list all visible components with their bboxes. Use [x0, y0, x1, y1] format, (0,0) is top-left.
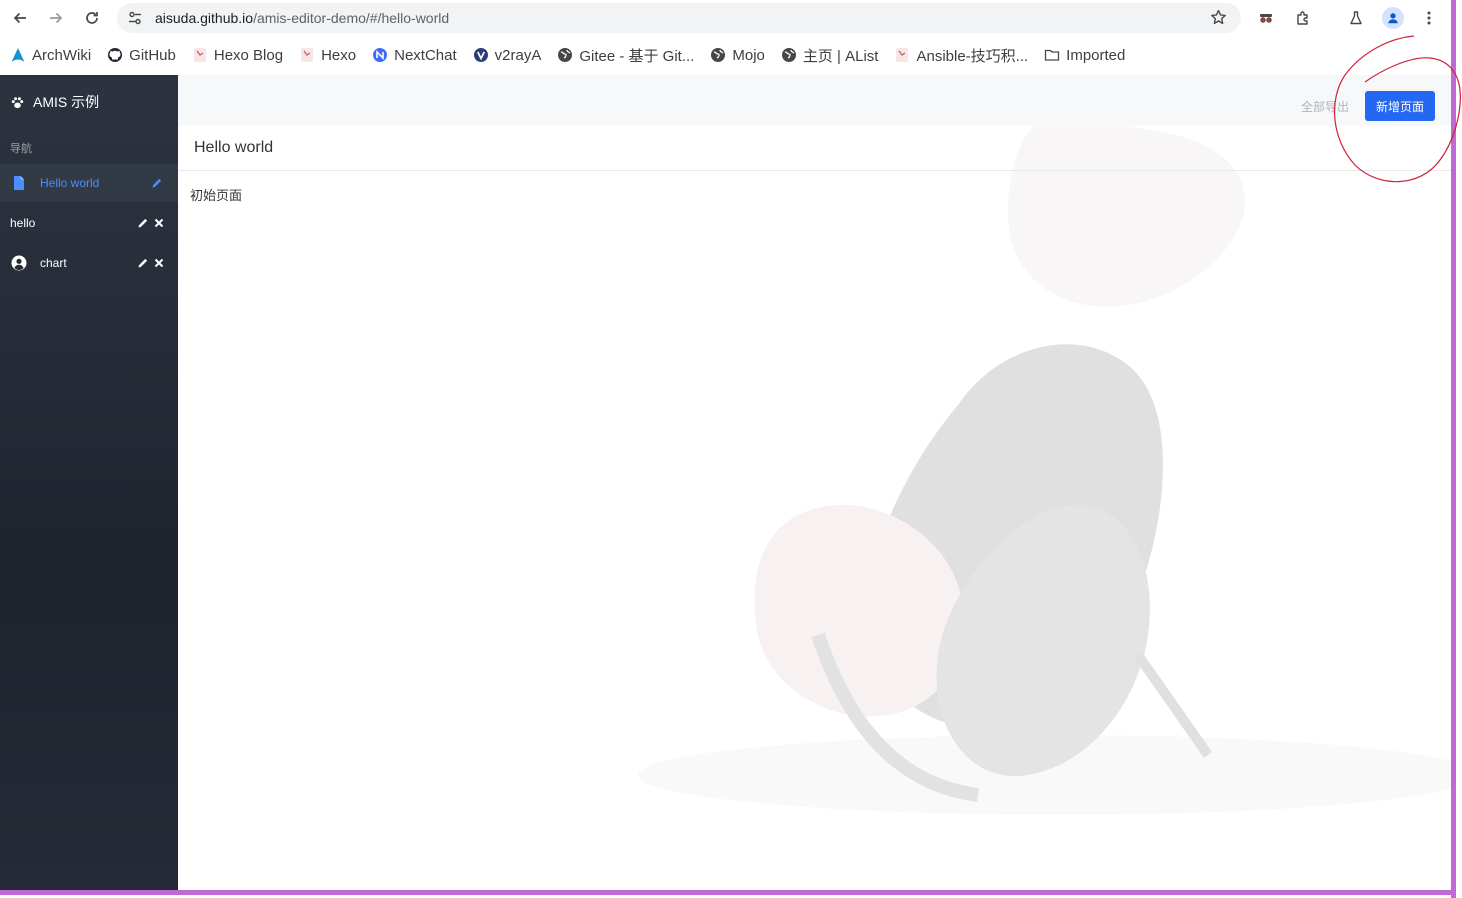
bookmark-label: Ansible-技巧积... [916, 47, 1029, 65]
kebab-menu-icon [1427, 11, 1431, 25]
globe-icon [557, 47, 573, 63]
browser-menu-button[interactable] [1417, 6, 1441, 30]
file-icon [14, 176, 24, 190]
flask-labs-icon [1350, 11, 1362, 25]
bookmark-label: v2rayA [494, 46, 542, 64]
brand[interactable]: AMIS 示例 [10, 92, 99, 112]
arrow-right-icon [50, 12, 63, 24]
window-frame-right [1451, 0, 1456, 898]
hexo-icon [299, 47, 315, 63]
brand-title: AMIS 示例 [33, 94, 100, 110]
window-frame-bottom [0, 890, 1456, 895]
bookmark-hexo-blog[interactable]: Hexo Blog [192, 41, 291, 69]
user-circle-icon [11, 255, 27, 271]
bookmark-label: Hexo [321, 46, 357, 64]
bookmark-nextchat[interactable]: NextChat [372, 41, 465, 69]
bookmark-github[interactable]: GitHub [107, 41, 184, 69]
export-all-link[interactable]: 全部导出 [1301, 98, 1349, 115]
reload-icon [86, 12, 98, 24]
close-icon[interactable] [153, 217, 165, 229]
edit-pencil-icon[interactable] [137, 217, 149, 229]
bookmark-label: Hexo Blog [213, 46, 284, 64]
bookmark-archwiki[interactable]: ArchWiki [10, 41, 99, 69]
nav-section-label: 导航 [10, 143, 32, 155]
arrow-left-icon [13, 12, 26, 24]
globe-icon [781, 47, 797, 63]
bookmark-hexo[interactable]: Hexo [299, 41, 364, 69]
sidebar-item-hello-world[interactable]: Hello world [0, 164, 178, 202]
reload-button[interactable] [79, 5, 105, 31]
archlinux-icon [10, 47, 26, 63]
back-button[interactable] [7, 5, 33, 31]
url-host: aisuda.github.io [155, 10, 254, 26]
url-text[interactable]: aisuda.github.io/amis-editor-demo/#/hell… [155, 10, 449, 26]
folder-icon [1044, 47, 1060, 63]
incognito-glasses-icon [1260, 14, 1272, 23]
page-body-text: 初始页面 [190, 188, 243, 203]
sidebar-item-label: chart [40, 256, 67, 270]
sidebar-item-hello[interactable]: hello [0, 204, 178, 242]
bookmark-label: Gitee - 基于 Git... [579, 47, 695, 65]
sidebar: AMIS 示例 导航 Hello world hello chart [0, 75, 178, 891]
main-content: 全部导出 新增页面 Hello world 初始页面 [178, 75, 1452, 891]
nextchat-icon [372, 47, 388, 63]
bookmark-star-icon[interactable] [1210, 9, 1227, 26]
sidebar-item-label: Hello world [40, 176, 100, 190]
labs-button[interactable] [1344, 6, 1368, 30]
background-illustration [638, 113, 1452, 815]
bookmark-label: ArchWiki [32, 46, 92, 64]
add-page-button[interactable]: 新增页面 [1365, 91, 1435, 121]
bookmark-folder-imported[interactable]: Imported [1044, 41, 1133, 69]
edit-pencil-icon[interactable] [137, 257, 149, 269]
bookmark-label: NextChat [394, 46, 457, 64]
github-icon [107, 47, 123, 63]
bookmark-label: Imported [1066, 46, 1126, 64]
puzzle-extension-icon [1297, 11, 1308, 25]
edit-pencil-icon[interactable] [151, 177, 163, 189]
profile-avatar-icon[interactable] [1382, 7, 1404, 29]
address-bar[interactable]: aisuda.github.io/amis-editor-demo/#/hell… [117, 3, 1241, 33]
bookmark-v2raya[interactable]: v2rayA [473, 41, 550, 69]
paw-icon [11, 96, 24, 108]
title-divider [178, 170, 1452, 171]
bookmarks-bar: ArchWiki GitHub Hexo Blog Hexo NextChat … [0, 37, 1462, 73]
bookmark-gitee[interactable]: Gitee - 基于 Git... [557, 41, 702, 69]
page-title: Hello world [194, 139, 274, 156]
v2raya-icon [473, 47, 489, 63]
hexo-blog-icon [192, 47, 208, 63]
close-icon[interactable] [153, 257, 165, 269]
browser-toolbar: aisuda.github.io/amis-editor-demo/#/hell… [0, 0, 1462, 36]
sidebar-item-chart[interactable]: chart [0, 244, 178, 282]
bookmark-label: Mojo [732, 46, 765, 64]
incognito-extension-button[interactable] [1254, 6, 1278, 30]
bookmark-alist[interactable]: 主页 | AList [781, 41, 887, 69]
globe-icon [710, 47, 726, 63]
amis-app: AMIS 示例 导航 Hello world hello chart 全部导出 … [0, 75, 1452, 891]
bookmark-ansible[interactable]: Ansible-技巧积... [894, 41, 1036, 69]
site-settings-icon[interactable] [127, 10, 143, 26]
url-path: /amis-editor-demo/#/hello-world [253, 10, 450, 26]
bookmark-mojo[interactable]: Mojo [710, 41, 773, 69]
bookmark-label: 主页 | AList [802, 47, 879, 65]
sidebar-item-label: hello [10, 216, 36, 230]
ansible-icon [894, 47, 910, 63]
bookmark-label: GitHub [129, 46, 176, 64]
extensions-button[interactable] [1291, 6, 1315, 30]
page-toolbar: 全部导出 新增页面 [178, 75, 1452, 126]
forward-button[interactable] [43, 5, 69, 31]
